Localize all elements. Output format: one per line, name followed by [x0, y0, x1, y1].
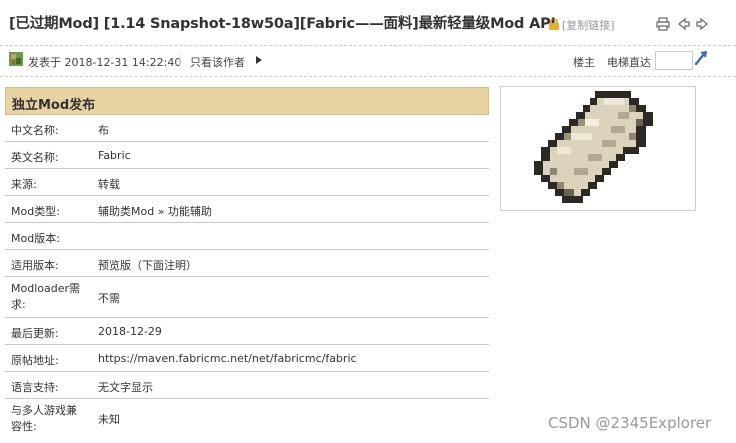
row-value: 2018-12-29: [98, 325, 162, 338]
lock-icon: [549, 19, 559, 30]
row-key: 语言支持:: [11, 381, 59, 394]
post-timestamp: 发表于 2018-12-31 14:22:40: [28, 56, 182, 69]
table-row: 原帖地址: https://maven.fabricmc.net/net/fab…: [5, 345, 489, 372]
row-value: 转载: [98, 178, 120, 191]
mod-info-heading: 独立Mod发布: [5, 87, 489, 115]
table-row: Mod版本:: [5, 223, 489, 250]
row-key: 来源:: [11, 178, 37, 191]
row-key: 最后更新:: [11, 327, 59, 340]
row-key: Mod版本:: [11, 232, 60, 245]
row-key: 英文名称:: [11, 151, 59, 164]
row-key: 与多人游戏兼容性:: [11, 404, 77, 433]
source-url-link[interactable]: https://maven.fabricmc.net/net/fabricmc/…: [98, 352, 357, 365]
next-thread-icon[interactable]: [695, 16, 709, 35]
table-row: 适用版本: 预览版（下面注明）: [5, 250, 489, 277]
thread-title-bar: [已过期Mod] [1.14 Snapshot-18w50a][Fabric——…: [0, 0, 736, 46]
table-row: Modloader需求: 不需: [5, 277, 489, 318]
table-row: 与多人游戏兼容性: 未知: [5, 399, 489, 437]
row-value: 预览版（下面注明）: [98, 259, 197, 272]
row-key: Mod类型:: [11, 205, 60, 218]
table-row: 中文名称: 布: [5, 115, 489, 142]
fabric-logo-icon: [534, 91, 653, 203]
row-value: 辅助类Mod » 功能辅助: [98, 205, 212, 218]
mod-icon-frame: [500, 86, 696, 211]
online-status-icon: [9, 52, 23, 66]
table-row: Mod类型: 辅助类Mod » 功能辅助: [5, 196, 489, 223]
row-key: 中文名称:: [11, 124, 59, 137]
post-meta-bar: 发表于 2018-12-31 14:22:40 | 只看该作者 楼主 电梯直达: [0, 46, 736, 74]
floor-label: 楼主: [573, 56, 595, 69]
row-value: 无文字显示: [98, 381, 153, 394]
meta-separator: |: [178, 53, 182, 66]
reverse-order-icon[interactable]: [256, 56, 262, 64]
csdn-watermark: CSDN @2345Explorer: [548, 414, 712, 432]
table-row: 英文名称: Fabric: [5, 142, 489, 169]
table-row: 语言支持: 无文字显示: [5, 372, 489, 399]
row-value: 不需: [98, 292, 120, 305]
print-icon[interactable]: [656, 16, 670, 35]
row-key: Modloader需求:: [11, 282, 81, 311]
jump-label: 电梯直达: [607, 56, 651, 69]
row-key: 适用版本:: [11, 259, 59, 272]
table-row: 来源: 转载: [5, 169, 489, 196]
row-value: Fabric: [98, 149, 131, 162]
author-only-link[interactable]: 只看该作者: [190, 54, 245, 70]
thread-title: [已过期Mod] [1.14 Snapshot-18w50a][Fabric——…: [9, 16, 556, 32]
meta-divider: [0, 76, 736, 77]
floor-jump-input[interactable]: [655, 51, 693, 70]
row-value: 未知: [98, 413, 120, 426]
row-value: 布: [98, 124, 109, 137]
copy-link[interactable]: [复制链接]: [562, 17, 615, 33]
mod-info-table: 独立Mod发布 中文名称: 布 英文名称: Fabric 来源: 转载 Mod类…: [5, 87, 489, 437]
go-floor-icon[interactable]: [693, 50, 709, 70]
row-key: 原帖地址:: [11, 354, 59, 367]
prev-thread-icon[interactable]: [677, 16, 691, 35]
table-row: 最后更新: 2018-12-29: [5, 318, 489, 345]
